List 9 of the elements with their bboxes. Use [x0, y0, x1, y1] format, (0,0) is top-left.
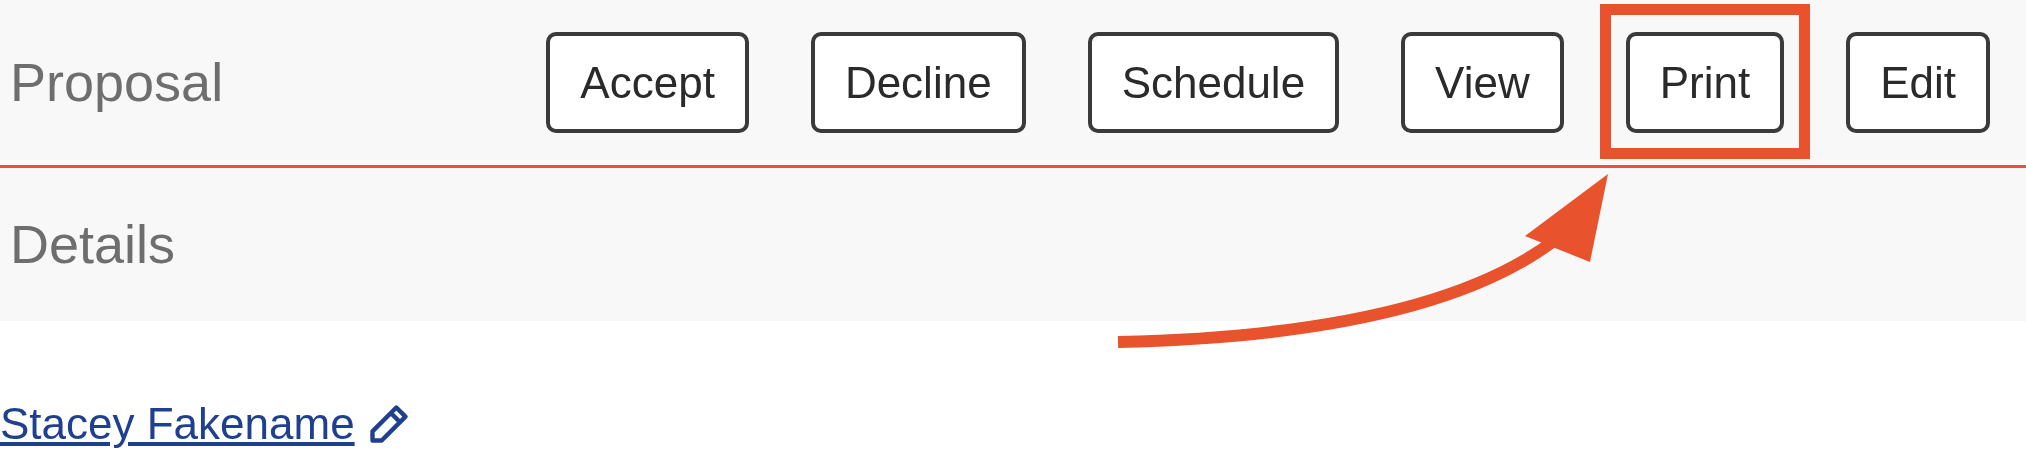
- action-button[interactable]: Edit: [1846, 32, 1990, 133]
- action-button[interactable]: Print: [1625, 32, 1785, 133]
- contact-link[interactable]: Stacey Fakename: [0, 391, 355, 454]
- action-button[interactable]: Decline: [810, 32, 1026, 133]
- action-button[interactable]: Schedule: [1087, 32, 1340, 133]
- section-title: Details: [10, 213, 176, 276]
- action-button[interactable]: Accept: [546, 32, 749, 133]
- action-button[interactable]: View: [1401, 32, 1564, 133]
- page-title: Proposal: [10, 51, 224, 114]
